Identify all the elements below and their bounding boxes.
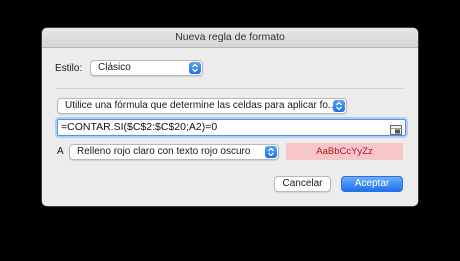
cancel-button[interactable]: Cancelar	[274, 176, 331, 192]
format-preview: AaBbCcYyZz	[286, 143, 403, 160]
dialog-title: Nueva regla de formato	[42, 28, 418, 48]
formula-text: =CONTAR.SI($C$2:$C$20;A2)=0	[61, 121, 218, 133]
accept-button[interactable]: Aceptar	[341, 176, 403, 192]
rule-type-popup[interactable]: Utilice una fórmula que determine las ce…	[57, 98, 347, 114]
style-popup[interactable]: Clásico	[90, 60, 203, 76]
new-format-rule-dialog: Nueva regla de formato Estilo: Clásico U…	[42, 28, 418, 206]
chevron-updown-icon	[333, 100, 345, 112]
format-prefix-label: A	[57, 146, 64, 157]
format-popup[interactable]: Relleno rojo claro con texto rojo oscuro	[69, 144, 279, 160]
format-popup-value: Relleno rojo claro con texto rojo oscuro	[77, 146, 251, 157]
style-popup-value: Clásico	[98, 62, 131, 73]
style-label: Estilo:	[55, 63, 83, 74]
chevron-updown-icon	[189, 62, 201, 74]
formula-input[interactable]: =CONTAR.SI($C$2:$C$20;A2)=0	[57, 119, 406, 136]
range-select-icon[interactable]	[390, 122, 402, 135]
chevron-updown-icon	[265, 146, 277, 158]
divider	[56, 88, 404, 89]
rule-type-value: Utilice una fórmula que determine las ce…	[65, 100, 337, 111]
